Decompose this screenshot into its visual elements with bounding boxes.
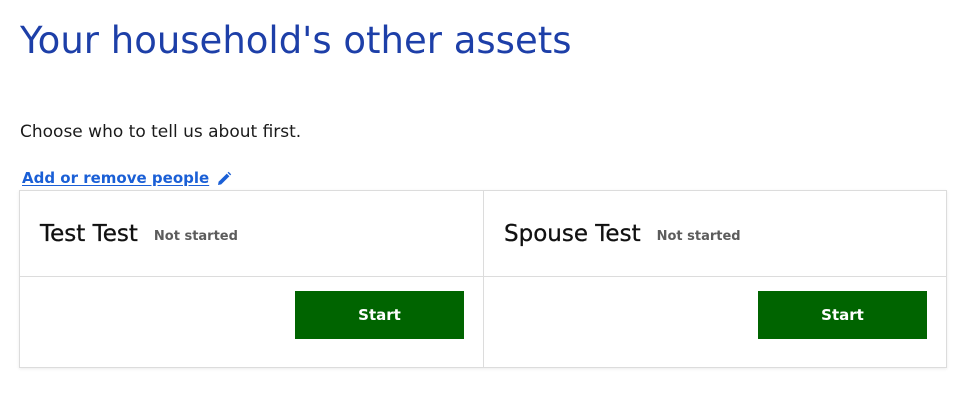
add-or-remove-people-link[interactable]: Add or remove people <box>22 167 232 189</box>
person-name: Spouse Test <box>504 220 641 247</box>
person-card-body: Start <box>484 277 946 367</box>
pencil-icon[interactable] <box>216 171 232 187</box>
person-card: Test Test Not started Start <box>20 191 483 367</box>
page-title: Your household's other assets <box>20 19 572 62</box>
person-card-header: Test Test Not started <box>20 191 483 277</box>
intro-text: Choose who to tell us about first. <box>20 122 302 142</box>
person-name: Test Test <box>40 220 138 247</box>
person-card-header: Spouse Test Not started <box>484 191 946 277</box>
start-button[interactable]: Start <box>758 291 927 339</box>
status-badge: Not started <box>153 228 238 244</box>
status-badge: Not started <box>656 228 741 244</box>
add-or-remove-people-label[interactable]: Add or remove people <box>22 167 209 189</box>
person-card-body: Start <box>20 277 483 367</box>
person-card: Spouse Test Not started Start <box>483 191 946 367</box>
start-button[interactable]: Start <box>295 291 464 339</box>
people-grid: Test Test Not started Start Spouse Test … <box>19 190 947 368</box>
